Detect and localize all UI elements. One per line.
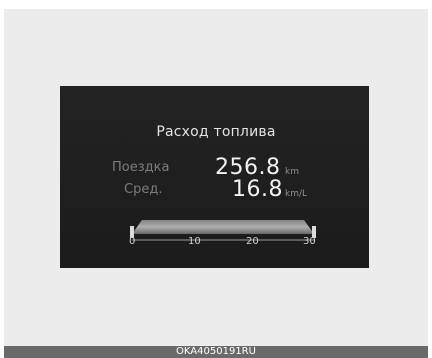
gauge-tick-0: 0 (129, 236, 136, 247)
avg-label: Сред. (124, 182, 163, 197)
fuel-economy-gauge (130, 220, 316, 241)
avg-unit: km/L (285, 189, 308, 199)
page: Расход топлива Поездка 256.8 km Сред. 16… (0, 0, 432, 358)
display-title: Расход топлива (156, 124, 276, 140)
gauge-tick-10: 10 (188, 236, 201, 247)
trip-unit: km (285, 167, 299, 177)
avg-value: 16.8 (232, 177, 283, 202)
gauge-fill (132, 220, 314, 234)
figure-code: OKA4050191RU (4, 346, 428, 358)
gauge-tick-20: 20 (246, 236, 259, 247)
trip-label: Поездка (112, 160, 170, 175)
gauge-tick-30: 30 (303, 236, 316, 247)
